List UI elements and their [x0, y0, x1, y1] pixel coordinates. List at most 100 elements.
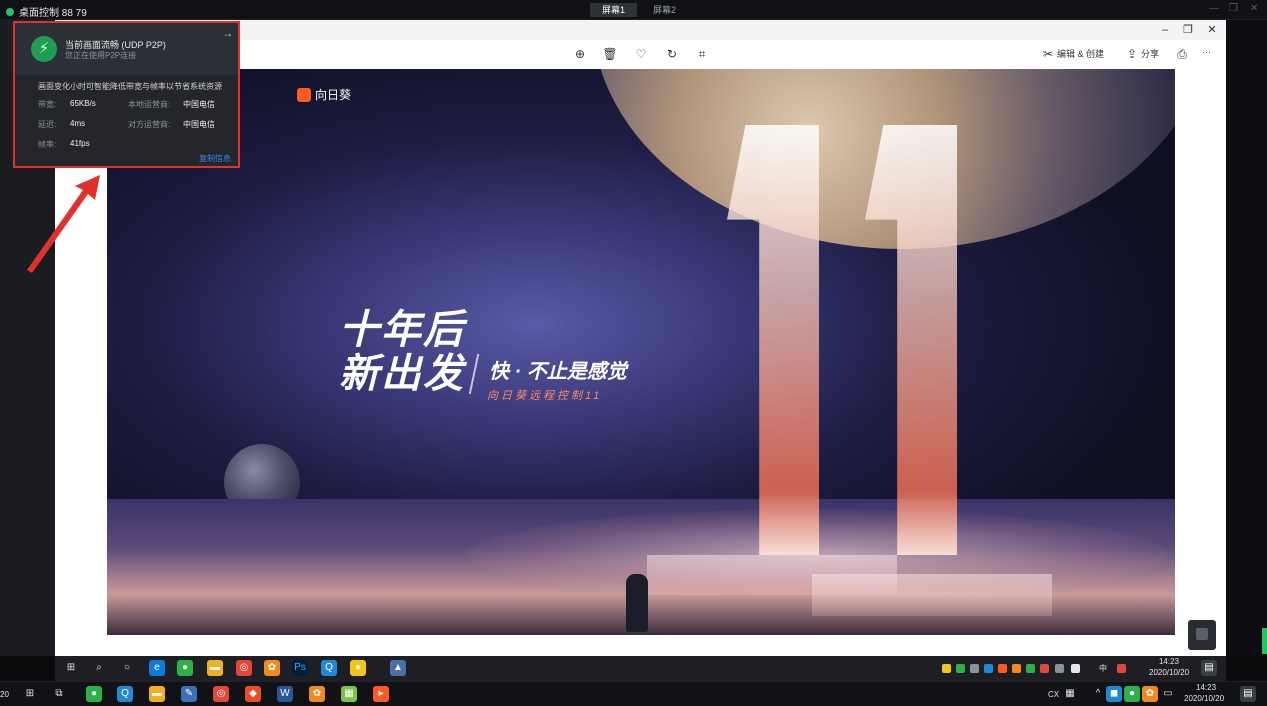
pinwheel-app-icon[interactable]: ✿ [309, 686, 325, 702]
local-isp-value: 中国电信 [183, 100, 215, 109]
notification-icon[interactable]: ▤ [1240, 686, 1256, 702]
widget-icon [1196, 628, 1208, 640]
start-icon[interactable]: ⊞ [22, 686, 38, 702]
tab-screen-2[interactable]: 屏幕2 [641, 3, 688, 17]
task-view-icon[interactable]: ⧉ [51, 686, 67, 702]
tray-icon[interactable] [1040, 664, 1049, 673]
file-explorer-icon[interactable]: ▬ [207, 660, 223, 676]
tray-icon[interactable]: ● [1124, 686, 1140, 702]
chrome-icon[interactable]: ◎ [213, 686, 229, 702]
photos-restore-button[interactable]: ❐ [1176, 22, 1200, 38]
tray-icon[interactable] [1026, 664, 1035, 673]
popup-header: ⚡ 当前画面流畅 (UDP P2P) 您正在使用P2P连接 ⊸ [15, 23, 238, 75]
photos-close-button[interactable]: ✕ [1200, 22, 1224, 38]
number-one-graphic [865, 125, 957, 555]
app-icon[interactable]: ▦ [341, 686, 357, 702]
bandwidth-value: 65KB/s [70, 99, 96, 108]
photoshop-icon[interactable]: Ps [292, 660, 308, 676]
floating-widget[interactable] [1188, 620, 1216, 650]
zoom-in-icon[interactable]: ⊕ [571, 45, 589, 63]
pinwheel-app-icon[interactable]: ✿ [264, 660, 280, 676]
photos-minimize-button[interactable]: – [1153, 22, 1177, 38]
sunflower-app-icon[interactable]: ▸ [373, 686, 389, 702]
wechat-icon[interactable]: ● [177, 660, 193, 676]
word-icon[interactable]: W [277, 686, 293, 702]
remote-session-title: 桌面控制 88 79 [19, 8, 87, 19]
remote-taskbar: ⊞ ⌕ ○ e ● ▬ ◎ ✿ Ps Q ● ▲ 中 14:23 2020/10… [55, 656, 1226, 681]
latency-label: 延迟: [38, 120, 57, 129]
network-icon[interactable]: ▭ [1160, 686, 1176, 702]
tab-screen-1[interactable]: 屏幕1 [590, 3, 638, 17]
local-taskbar: 20 ⊞ ⧉ ● Q ▬ ✎ ◎ ◆ W ✿ ▦ ▸ CX ▦ ^ ◼ ● ✿ … [0, 681, 1267, 706]
astronaut-figure [626, 574, 648, 632]
app-icon[interactable]: ● [350, 660, 366, 676]
share-button[interactable]: 分享 [1141, 47, 1159, 60]
framerate-value: 41fps [70, 139, 90, 148]
local-clock-time[interactable]: 14:23 [1196, 683, 1216, 692]
framerate-label: 帧率: [38, 140, 57, 149]
tray-icon[interactable] [1012, 664, 1021, 673]
tray-icon[interactable] [984, 664, 993, 673]
brand-name: 向日葵 [315, 88, 352, 102]
pin-icon[interactable]: ⊸ [224, 30, 232, 41]
volume-icon[interactable] [1071, 664, 1080, 673]
edge-browser-icon[interactable]: e [149, 660, 165, 676]
local-isp-label: 本地运营商: [128, 100, 171, 109]
number-one-graphic [727, 125, 819, 555]
edit-create-icon[interactable]: ✂ [1039, 45, 1057, 63]
cortana-icon[interactable]: ○ [119, 660, 135, 676]
notification-icon[interactable]: ▤ [1201, 660, 1217, 676]
keyboard-icon[interactable]: ▦ [1062, 686, 1078, 702]
tray-icon[interactable] [956, 664, 965, 673]
screen-root: 桌面控制 88 79 屏幕1 屏幕2 — ❐ ✕ ⌄ – ❐ ✕ ⊕ 🗑 ♡ ↻… [0, 0, 1267, 706]
minimize-icon[interactable]: — [1209, 3, 1219, 14]
favorite-icon[interactable]: ♡ [632, 45, 650, 63]
file-explorer-icon[interactable]: ▬ [149, 686, 165, 702]
status-edge-indicator [1262, 628, 1267, 654]
tray-icon[interactable]: ◼ [1106, 686, 1122, 702]
chrome-icon[interactable]: ◎ [236, 660, 252, 676]
search-icon[interactable]: ⌕ [91, 660, 107, 676]
rotate-icon[interactable]: ↻ [663, 45, 681, 63]
connection-info-popup: ⚡ 当前画面流畅 (UDP P2P) 您正在使用P2P连接 ⊸ 画面变化小时可智… [13, 21, 240, 168]
connection-status: 桌面控制 88 79 [6, 4, 87, 19]
brand-logo: 向日葵 [297, 86, 351, 103]
close-icon[interactable]: ✕ [1250, 3, 1258, 14]
red-arrow-annotation [27, 175, 100, 273]
delete-icon[interactable]: 🗑 [601, 45, 619, 63]
sunflower-logo-icon [297, 87, 311, 102]
local-clock-date[interactable]: 2020/10/20 [1184, 694, 1224, 703]
notes-app-icon[interactable]: ✎ [181, 686, 197, 702]
tray-icon[interactable] [1117, 664, 1126, 673]
remote-clock-time[interactable]: 14:23 [1149, 657, 1189, 666]
local-ime-indicator[interactable]: CX [1048, 690, 1059, 699]
search-app-icon[interactable]: Q [321, 660, 337, 676]
headline-divider [468, 354, 480, 394]
photos-app-icon[interactable]: ▲ [390, 660, 406, 676]
remote-ime-indicator[interactable]: 中 [1099, 663, 1107, 674]
more-button[interactable]: ··· [1202, 47, 1211, 57]
search-app-icon[interactable]: Q [117, 686, 133, 702]
tray-icon[interactable] [942, 664, 951, 673]
share-icon[interactable]: ⇪ [1123, 45, 1141, 63]
poster-subtitle: 向日葵远程控制11 [487, 390, 603, 402]
remote-clock-date[interactable]: 2020/10/20 [1149, 668, 1189, 677]
edit-create-button[interactable]: 编辑 & 创建 [1057, 47, 1104, 60]
tray-icon[interactable] [970, 664, 979, 673]
network-icon[interactable] [1055, 664, 1064, 673]
poster-image: 向日葵 十年后 新出发 快 · 不止是感觉 向日葵远程控制11 [107, 69, 1175, 635]
headline-line-2: 新出发 [339, 352, 465, 396]
start-icon[interactable]: ⊞ [63, 660, 79, 676]
popup-description: 画面变化小时可智能降低带宽与帧率以节省系统资源 [38, 82, 222, 91]
online-status-dot [6, 7, 14, 16]
print-icon[interactable]: ⎙ [1173, 45, 1191, 63]
wechat-icon[interactable]: ● [86, 686, 102, 702]
tray-icon[interactable] [998, 664, 1007, 673]
app-icon[interactable]: ◆ [245, 686, 261, 702]
restore-icon[interactable]: ❐ [1229, 3, 1238, 14]
tray-icon[interactable]: ✿ [1142, 686, 1158, 702]
chevron-up-icon[interactable]: ^ [1090, 686, 1106, 702]
crop-icon[interactable]: ⌗ [693, 45, 711, 63]
latency-value: 4ms [70, 119, 86, 128]
copy-info-link[interactable]: 复制信息 [199, 153, 231, 164]
